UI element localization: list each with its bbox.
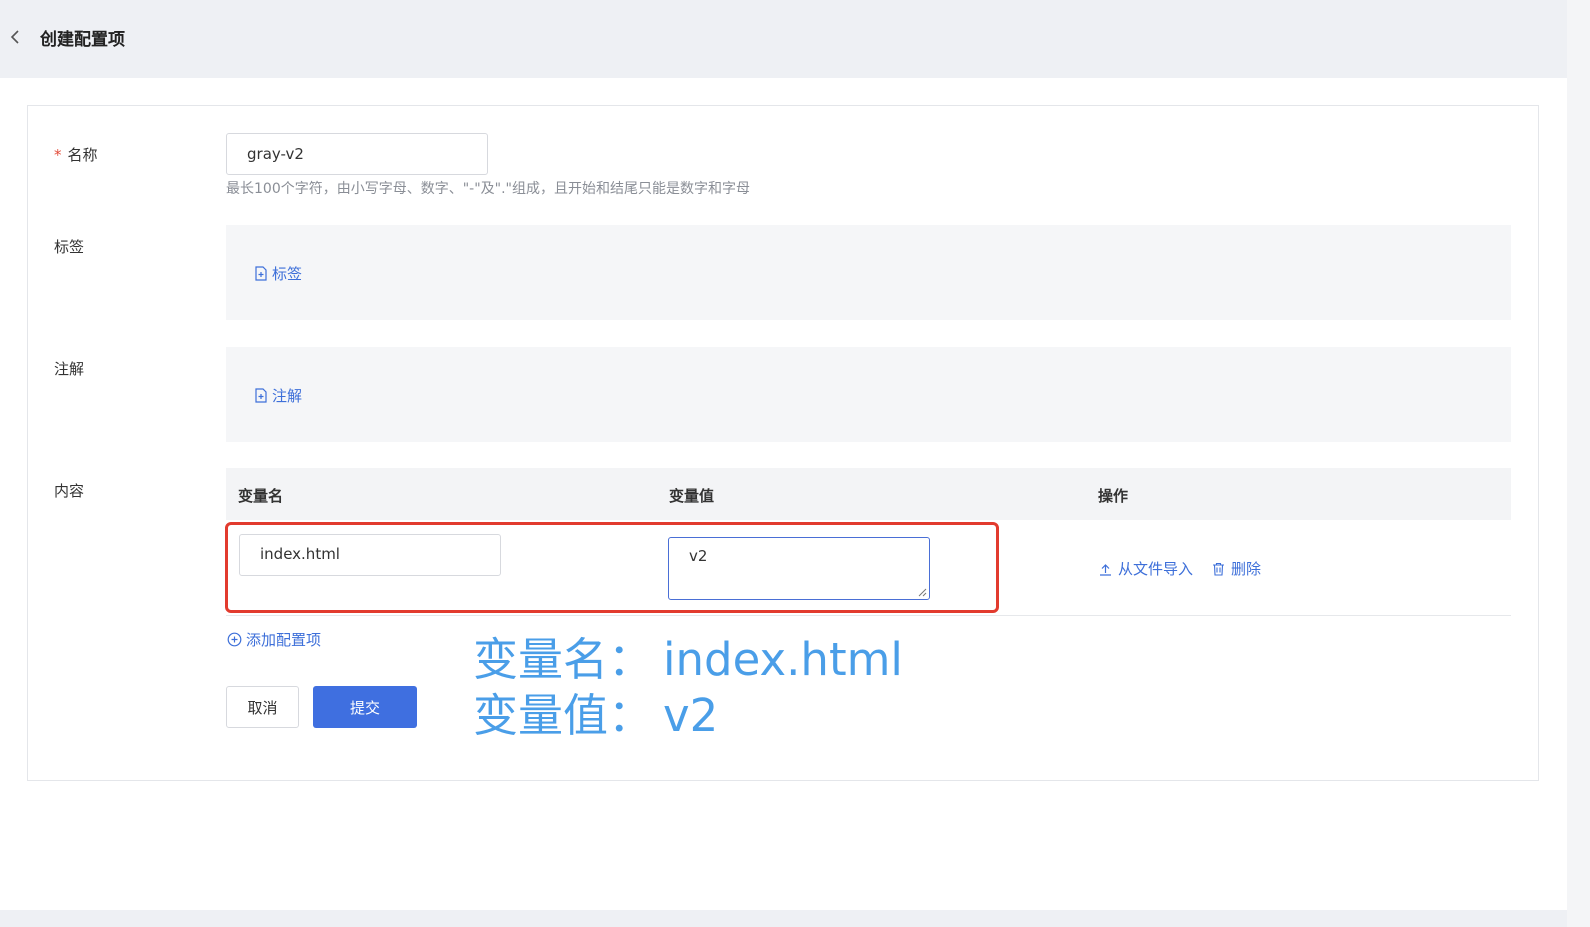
- scrollbar-track[interactable]: [1567, 0, 1590, 927]
- form-card: * 名称 gray-v2 最长100个字符，由小写字母、数字、"-"及"."组成，…: [27, 105, 1539, 781]
- content-table-header: 变量名 变量值 操作: [226, 468, 1511, 520]
- tags-area: 标签: [226, 225, 1511, 320]
- page-bottom: [0, 910, 1567, 927]
- annotation-line1-value: index.html: [663, 633, 903, 686]
- column-header-actions: 操作: [1098, 487, 1129, 505]
- delete-row-button[interactable]: 删除: [1212, 558, 1261, 579]
- required-mark: *: [54, 146, 62, 164]
- name-label-text: 名称: [67, 146, 98, 164]
- highlight-box: [225, 522, 999, 613]
- submit-button[interactable]: 提交: [313, 686, 417, 728]
- annotation-line2-value: v2: [663, 689, 719, 742]
- annotation-line1-prefix: 变量名：: [473, 633, 654, 686]
- delete-label: 删除: [1231, 560, 1262, 578]
- add-annotation-link[interactable]: 注解: [254, 385, 302, 406]
- main-panel: * 名称 gray-v2 最长100个字符，由小写字母、数字、"-"及"."组成，…: [0, 78, 1567, 910]
- name-label: * 名称: [54, 144, 98, 165]
- trash-icon: [1213, 562, 1224, 576]
- back-arrow-icon[interactable]: [8, 27, 22, 47]
- row-divider: [226, 615, 1511, 616]
- add-annotation-label: 注解: [272, 387, 303, 405]
- add-tag-label: 标签: [272, 265, 303, 283]
- annotation-line2-prefix: 变量值：: [473, 689, 654, 742]
- name-hint: 最长100个字符，由小写字母、数字、"-"及"."组成，且开始和结尾只能是数字和…: [226, 181, 750, 197]
- annotations-area: 注解: [226, 347, 1511, 442]
- add-tag-link[interactable]: 标签: [254, 263, 302, 284]
- upload-icon: [1100, 563, 1111, 576]
- cancel-button[interactable]: 取消: [226, 686, 299, 728]
- import-label: 从文件导入: [1118, 560, 1194, 578]
- annotation-var-name: 变量名： index.html: [473, 632, 903, 688]
- column-header-var-value: 变量值: [669, 487, 715, 505]
- add-config-item-label: 添加配置项: [246, 631, 322, 649]
- page-header: 创建配置项: [0, 0, 1567, 78]
- add-file-icon: [255, 388, 267, 403]
- tags-label: 标签: [54, 238, 85, 256]
- add-config-item-link[interactable]: 添加配置项: [227, 629, 321, 650]
- content-label: 内容: [54, 482, 85, 500]
- name-input[interactable]: gray-v2: [226, 133, 488, 175]
- plus-circle-icon: [227, 632, 242, 647]
- annotations-label: 注解: [54, 360, 85, 378]
- page-title: 创建配置项: [40, 30, 125, 50]
- column-header-var-name: 变量名: [238, 487, 284, 505]
- annotation-var-value: 变量值： v2: [473, 688, 718, 744]
- import-from-file-button[interactable]: 从文件导入: [1099, 558, 1193, 579]
- add-file-icon: [255, 266, 267, 281]
